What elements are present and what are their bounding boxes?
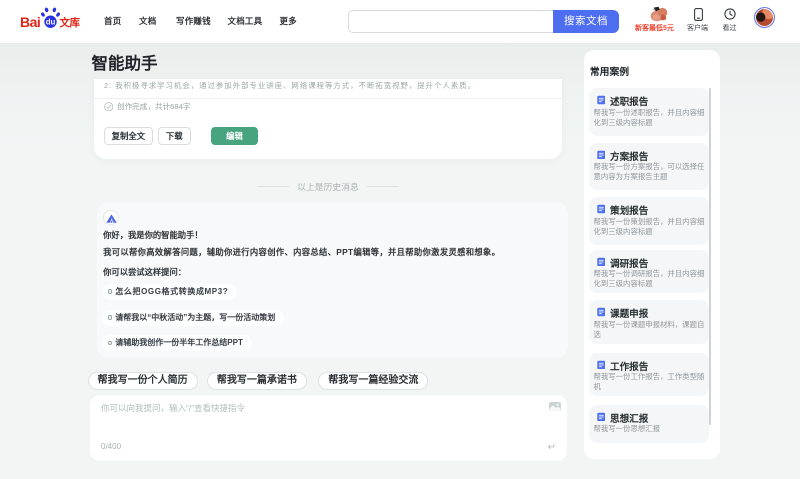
svg-text:du: du xyxy=(46,18,56,27)
